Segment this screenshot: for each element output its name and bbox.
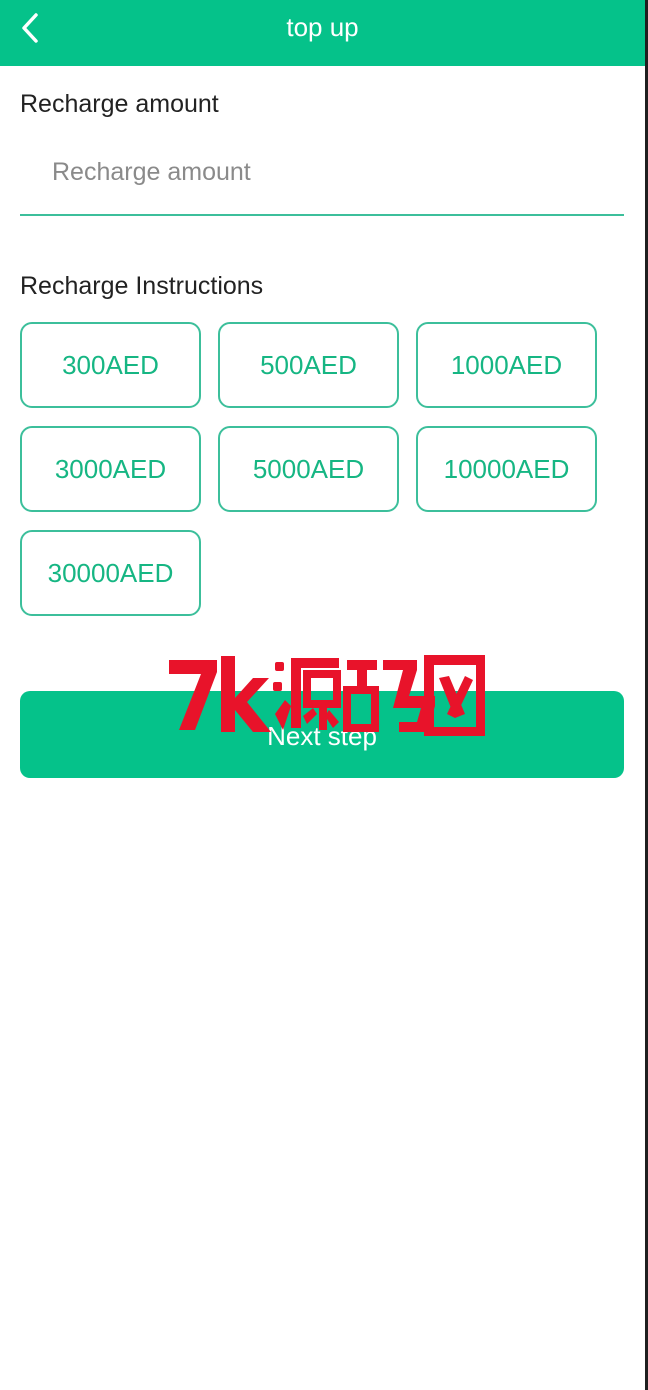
amount-options-grid: 300AED 500AED 1000AED 3000AED 5000AED 10… (20, 322, 620, 616)
recharge-amount-label: Recharge amount (20, 90, 219, 118)
amount-option-button[interactable]: 5000AED (218, 426, 399, 512)
page-title: top up (286, 12, 359, 42)
amount-option-button[interactable]: 500AED (218, 322, 399, 408)
amount-option-button[interactable]: 1000AED (416, 322, 597, 408)
amount-option-button[interactable]: 300AED (20, 322, 201, 408)
header-bar: top up (0, 0, 645, 66)
amount-option-button[interactable]: 10000AED (416, 426, 597, 512)
watermark-logo (169, 655, 485, 736)
app-screen: top up Recharge amount Recharge Instruct… (0, 0, 645, 1390)
recharge-instructions-label: Recharge Instructions (20, 272, 264, 300)
amount-option-button[interactable]: 30000AED (20, 530, 201, 616)
recharge-amount-input[interactable] (20, 148, 624, 216)
amount-option-button[interactable]: 3000AED (20, 426, 201, 512)
